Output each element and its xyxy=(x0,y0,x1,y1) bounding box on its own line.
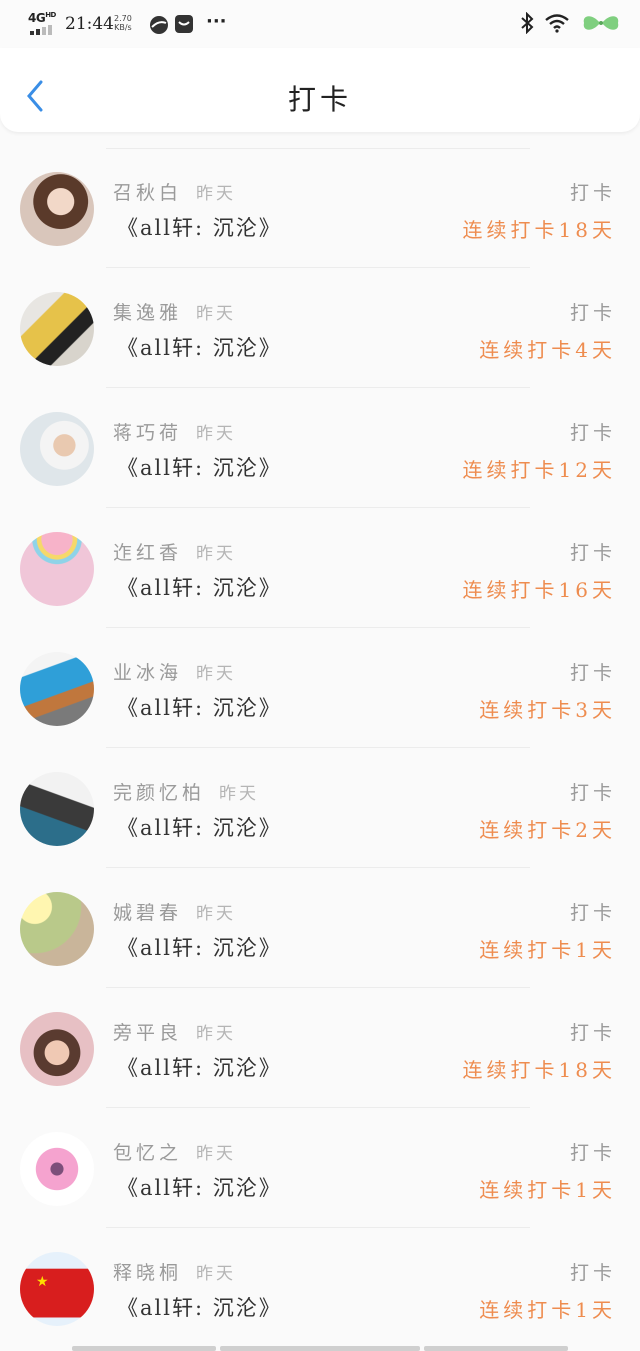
user-name: 业冰海 昨天 xyxy=(113,662,237,684)
book-title: 《all轩: 沉沦》 xyxy=(117,1176,282,1200)
action-label: 打卡 xyxy=(569,782,616,804)
action-label: 打卡 xyxy=(569,542,616,564)
avatar xyxy=(20,772,94,846)
book-title: 《all轩: 沉沦》 xyxy=(117,216,282,240)
book-title: 《all轩: 沉沦》 xyxy=(117,456,282,480)
app-notification-icon xyxy=(148,14,170,40)
time-label: 昨天 xyxy=(196,904,237,924)
book-title: 《all轩: 沉沦》 xyxy=(117,1296,282,1320)
time-label: 昨天 xyxy=(196,1144,237,1164)
list-item[interactable]: 旁平良 昨天 《all轩: 沉沦》 打卡 连续打卡18天 xyxy=(0,988,640,1108)
checkin-list: 召秋白 昨天 《all轩: 沉沦》 打卡 连续打卡18天 集逸雅 昨天 《all轩:… xyxy=(0,148,640,1348)
user-name: 旁平良 昨天 xyxy=(113,1022,237,1044)
action-label: 打卡 xyxy=(569,1262,616,1284)
flag-icon: ★ xyxy=(36,1274,49,1290)
page-title: 打卡 xyxy=(287,83,352,116)
wifi-icon xyxy=(544,13,570,37)
avatar xyxy=(20,292,94,366)
list-item[interactable]: 包忆之 昨天 《all轩: 沉沦》 打卡 连续打卡1天 xyxy=(0,1108,640,1228)
list-item[interactable]: 蒋巧荷 昨天 《all轩: 沉沦》 打卡 连续打卡12天 xyxy=(0,388,640,508)
streak-label: 连续打卡16天 xyxy=(462,578,616,602)
time-label: 昨天 xyxy=(196,424,237,444)
list-item[interactable]: 完颜忆柏 昨天 《all轩: 沉沦》 打卡 连续打卡2天 xyxy=(0,748,640,868)
status-bar: 4GHD 21:44 2.70 KB/s ··· xyxy=(0,0,640,48)
user-name: 包忆之 昨天 xyxy=(113,1142,237,1164)
time-label: 昨天 xyxy=(196,184,237,204)
action-label: 打卡 xyxy=(569,662,616,684)
book-title: 《all轩: 沉沦》 xyxy=(117,696,282,720)
bottom-tab-indicator xyxy=(220,1346,420,1351)
user-name: 召秋白 昨天 xyxy=(113,182,237,204)
streak-label: 连续打卡12天 xyxy=(462,458,616,482)
streak-label: 连续打卡1天 xyxy=(479,1298,616,1322)
user-name: 完颜忆柏 昨天 xyxy=(113,782,260,804)
book-title: 《all轩: 沉沦》 xyxy=(117,816,282,840)
list-item[interactable]: 迮红香 昨天 《all轩: 沉沦》 打卡 连续打卡16天 xyxy=(0,508,640,628)
action-label: 打卡 xyxy=(569,422,616,444)
time-label: 昨天 xyxy=(196,544,237,564)
network-type: 4GHD xyxy=(28,11,56,25)
streak-label: 连续打卡3天 xyxy=(479,698,616,722)
bottom-tab-indicator xyxy=(424,1346,568,1351)
action-label: 打卡 xyxy=(569,182,616,204)
user-name: 娍碧春 昨天 xyxy=(113,902,237,924)
user-name: 集逸雅 昨天 xyxy=(113,302,237,324)
streak-label: 连续打卡1天 xyxy=(479,938,616,962)
clock: 21:44 xyxy=(65,14,114,34)
list-item[interactable]: 业冰海 昨天 《all轩: 沉沦》 打卡 连续打卡3天 xyxy=(0,628,640,748)
avatar xyxy=(20,1012,94,1086)
time-label: 昨天 xyxy=(219,784,260,804)
streak-label: 连续打卡4天 xyxy=(479,338,616,362)
book-title: 《all轩: 沉沦》 xyxy=(117,336,282,360)
avatar: ★ xyxy=(20,1252,94,1326)
bottom-tab-indicator xyxy=(72,1346,216,1351)
page-header: 打卡 xyxy=(0,48,640,132)
user-name: 迮红香 昨天 xyxy=(113,542,237,564)
time-label: 昨天 xyxy=(196,1024,237,1044)
time-label: 昨天 xyxy=(196,664,237,684)
streak-label: 连续打卡18天 xyxy=(462,218,616,242)
action-label: 打卡 xyxy=(569,302,616,324)
time-label: 昨天 xyxy=(196,1264,237,1284)
avatar xyxy=(20,652,94,726)
user-name: 蒋巧荷 昨天 xyxy=(113,422,237,444)
avatar xyxy=(20,412,94,486)
avatar xyxy=(20,172,94,246)
svg-text:★: ★ xyxy=(36,1274,49,1290)
avatar xyxy=(20,1132,94,1206)
more-notifications-icon: ··· xyxy=(206,11,227,32)
message-notification-icon xyxy=(174,14,194,38)
avatar xyxy=(20,892,94,966)
battery-icon xyxy=(580,13,622,37)
time-label: 昨天 xyxy=(196,304,237,324)
streak-label: 连续打卡2天 xyxy=(479,818,616,842)
network-speed: 2.70 KB/s xyxy=(114,14,132,32)
action-label: 打卡 xyxy=(569,1022,616,1044)
signal-icon xyxy=(30,25,56,35)
book-title: 《all轩: 沉沦》 xyxy=(117,1056,282,1080)
bluetooth-icon xyxy=(520,11,534,38)
list-item[interactable]: 集逸雅 昨天 《all轩: 沉沦》 打卡 连续打卡4天 xyxy=(0,268,640,388)
action-label: 打卡 xyxy=(569,902,616,924)
streak-label: 连续打卡18天 xyxy=(462,1058,616,1082)
list-item[interactable]: 娍碧春 昨天 《all轩: 沉沦》 打卡 连续打卡1天 xyxy=(0,868,640,988)
list-item[interactable]: ★ 释晓桐 昨天 《all轩: 沉沦》 打卡 连续打卡1天 xyxy=(0,1228,640,1348)
book-title: 《all轩: 沉沦》 xyxy=(117,576,282,600)
action-label: 打卡 xyxy=(569,1142,616,1164)
list-item[interactable]: 召秋白 昨天 《all轩: 沉沦》 打卡 连续打卡18天 xyxy=(0,148,640,268)
book-title: 《all轩: 沉沦》 xyxy=(117,936,282,960)
user-name: 释晓桐 昨天 xyxy=(113,1262,237,1284)
streak-label: 连续打卡1天 xyxy=(479,1178,616,1202)
avatar xyxy=(20,532,94,606)
